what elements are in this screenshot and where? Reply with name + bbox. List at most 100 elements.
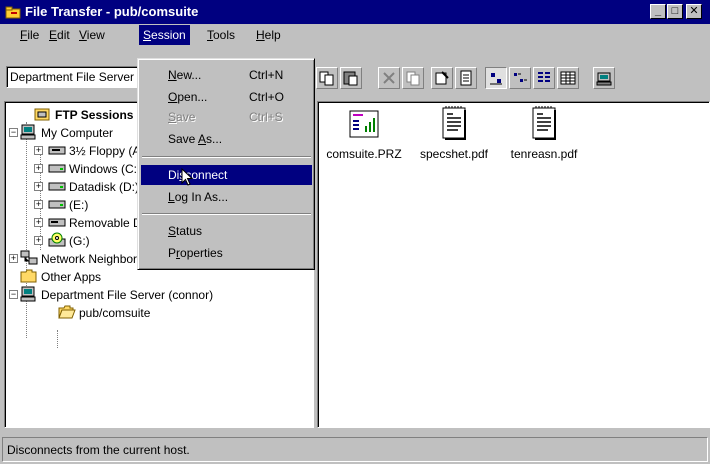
details-icon [560, 71, 576, 85]
small-icons-icon [514, 73, 527, 82]
new-document-button[interactable] [455, 67, 477, 89]
expand-toggle[interactable]: + [34, 146, 43, 155]
hard-drive-icon [48, 182, 66, 191]
expand-toggle[interactable]: + [34, 182, 43, 191]
tree-item-label: pub/comsuite [79, 306, 151, 320]
paste-button[interactable] [340, 67, 362, 89]
toolbar: Department File Server (connor) [0, 55, 710, 95]
small-icons-button[interactable] [509, 67, 531, 89]
expand-toggle[interactable]: + [34, 200, 43, 209]
menu-view-label: iew [86, 28, 105, 42]
large-icons-icon [490, 73, 502, 85]
document-file-icon [442, 106, 466, 140]
status-text: Disconnects from the current host. [7, 443, 190, 457]
menu-help-mnemonic: H [256, 28, 265, 42]
server-icon [20, 286, 36, 302]
properties-icon [435, 71, 449, 85]
tree-item-label: (G:) [69, 234, 90, 248]
menu-view[interactable]: View [75, 25, 109, 45]
list-icon [538, 72, 550, 82]
expand-toggle[interactable]: + [9, 254, 18, 263]
menu-shortcut: Ctrl+S [249, 110, 283, 124]
menu-file-label: ile [27, 28, 40, 42]
disconnect-icon [596, 72, 612, 86]
file-item[interactable]: comsuite.PRZ [324, 108, 404, 161]
disconnect-button[interactable] [593, 67, 615, 89]
expand-toggle[interactable]: + [34, 236, 43, 245]
copy-button[interactable] [316, 67, 338, 89]
tree-item-label: (E:) [69, 198, 89, 212]
menu-item-label: Properties [168, 246, 223, 260]
menu-item-status[interactable]: Status [141, 221, 312, 241]
minimize-button[interactable]: _ [650, 4, 666, 19]
presentation-file-icon [349, 110, 379, 138]
tree-item-label: Department File Server (connor) [41, 288, 214, 302]
menu-tools[interactable]: Tools [203, 25, 239, 45]
file-list-pane[interactable]: comsuite.PRZ specshet.pdf tenreasn.pdf [317, 101, 710, 428]
menu-item-label: Save As... [168, 132, 223, 146]
delete-button[interactable] [378, 67, 400, 89]
hard-drive-icon [48, 164, 66, 173]
maximize-icon: □ [671, 5, 679, 17]
computer-icon [20, 124, 36, 140]
ftp-sessions-icon [34, 108, 50, 121]
file-name: comsuite.PRZ [326, 147, 402, 161]
file-name: tenreasn.pdf [510, 147, 578, 161]
menu-item-save: Save Ctrl+S [141, 107, 312, 127]
menu-edit-label: dit [57, 28, 70, 42]
properties-button[interactable] [431, 67, 453, 89]
menu-tools-label: ools [213, 28, 236, 42]
menu-item-disconnect[interactable]: Disconnect [141, 165, 312, 185]
menu-file[interactable]: File [16, 25, 43, 45]
network-icon [20, 250, 38, 265]
menu-item-label: Disconnect [168, 168, 228, 182]
properties-doc-button[interactable] [402, 67, 424, 89]
menu-session-mnemonic: S [143, 28, 152, 42]
menu-help-label: elp [264, 28, 281, 42]
expand-toggle[interactable]: + [34, 164, 43, 173]
file-transfer-app-icon [5, 6, 21, 19]
large-icons-button[interactable] [485, 67, 507, 89]
tree-item-label: Windows (C:) [69, 162, 142, 176]
cd-drive-icon [48, 232, 66, 247]
session-menu: New... Ctrl+N Open... Ctrl+O Save Ctrl+S… [137, 58, 315, 270]
title-bar[interactable]: File Transfer - pub/comsuite _ □ ✕ [0, 0, 710, 24]
hard-drive-icon [48, 200, 66, 209]
menu-item-new[interactable]: New... Ctrl+N [141, 65, 312, 85]
menu-separator [142, 213, 311, 215]
delete-icon [383, 72, 395, 84]
menu-separator [142, 156, 311, 158]
tree-item-label: Other Apps [41, 270, 102, 284]
paste-icon [343, 71, 358, 86]
expand-toggle[interactable]: + [34, 218, 43, 227]
menu-edit-mnemonic: E [49, 28, 58, 42]
maximize-button[interactable]: □ [667, 4, 683, 19]
location-dropdown-value: Department File Server (connor) [10, 70, 137, 84]
close-button[interactable]: ✕ [686, 4, 702, 19]
collapse-toggle[interactable]: − [9, 128, 18, 137]
menu-item-save-as[interactable]: Save As... [141, 129, 312, 149]
close-icon: ✕ [689, 5, 699, 17]
menu-shortcut: Ctrl+O [249, 90, 285, 104]
menu-item-properties[interactable]: Properties [141, 243, 312, 263]
document-copy-icon [406, 71, 420, 86]
menu-edit[interactable]: Edit [45, 25, 74, 45]
tree-item-label: FTP Sessions [55, 108, 134, 122]
new-document-icon [460, 70, 472, 86]
tree-item-label: My Computer [41, 126, 114, 140]
file-item[interactable]: tenreasn.pdf [504, 106, 584, 161]
menu-help[interactable]: Help [252, 25, 285, 45]
file-transfer-window: File Transfer - pub/comsuite _ □ ✕ File … [0, 0, 710, 464]
collapse-toggle[interactable]: − [9, 290, 18, 299]
menu-session[interactable]: Session [139, 25, 190, 45]
location-dropdown[interactable]: Department File Server (connor) [6, 66, 138, 88]
details-button[interactable] [557, 67, 579, 89]
tree-item-label: Datadisk (D:) [69, 180, 140, 194]
menu-item-open[interactable]: Open... Ctrl+O [141, 87, 312, 107]
list-button[interactable] [533, 67, 555, 89]
status-bar: Disconnects from the current host. [2, 437, 708, 462]
document-file-icon [532, 106, 556, 140]
removable-drive-icon [48, 218, 66, 227]
menu-item-log-in-as[interactable]: Log In As... [141, 187, 312, 207]
file-item[interactable]: specshet.pdf [414, 106, 494, 161]
